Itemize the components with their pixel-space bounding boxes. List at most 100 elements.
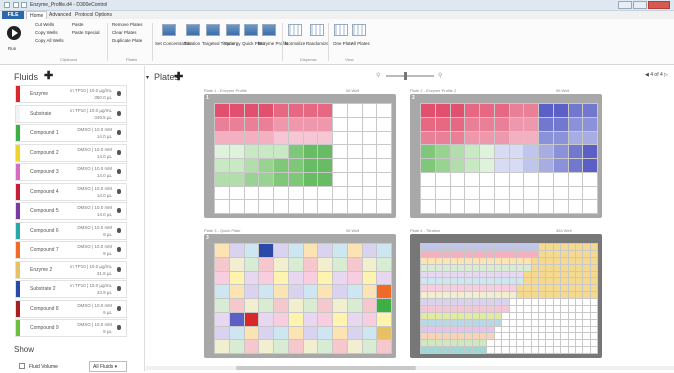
well[interactable] [516,326,524,333]
well[interactable] [259,299,273,312]
well[interactable] [487,271,494,278]
well[interactable] [362,172,377,186]
well[interactable] [509,104,524,117]
well[interactable] [288,186,303,200]
well[interactable] [465,257,472,264]
well[interactable] [288,257,303,271]
paste-special-button[interactable]: Paste Special [72,30,100,35]
well[interactable] [450,271,457,278]
well[interactable] [502,312,509,319]
well[interactable] [428,244,435,250]
well[interactable] [443,299,450,305]
well[interactable] [531,305,538,312]
well[interactable] [539,159,553,172]
well[interactable] [450,326,457,333]
synergy-icon[interactable] [226,24,240,36]
well[interactable] [215,131,229,145]
enzyme-profile-icon[interactable] [262,24,276,36]
well[interactable] [524,117,538,131]
well[interactable] [435,285,443,292]
well[interactable] [288,145,303,158]
well[interactable] [472,285,479,292]
well[interactable] [333,299,347,312]
well[interactable] [347,200,362,213]
well[interactable] [516,250,524,257]
well[interactable] [539,172,553,186]
well[interactable] [318,244,332,257]
well[interactable] [524,326,531,333]
plate-2[interactable]: 2 [410,94,602,218]
well-grid[interactable] [420,243,598,354]
well[interactable] [575,333,583,340]
well[interactable] [546,244,553,250]
well[interactable] [377,312,391,326]
well[interactable] [568,264,575,271]
well[interactable] [583,271,590,278]
well[interactable] [553,200,568,213]
well[interactable] [435,257,443,264]
fluid-item[interactable]: Enzyme 2 in TP10 | 10.0 µg/mL 31.8 µL [15,260,127,279]
well[interactable] [561,333,568,340]
well[interactable] [333,271,347,285]
well[interactable] [568,200,583,213]
well[interactable] [546,305,553,312]
well[interactable] [274,299,288,312]
well[interactable] [487,250,494,257]
well[interactable] [421,278,428,285]
well[interactable] [575,319,583,326]
well[interactable] [516,340,524,347]
well[interactable] [457,292,465,298]
fluid-item[interactable]: Compound 4 DMSO | 10.0 mM 14.0 µL [15,182,127,201]
well[interactable] [465,278,472,285]
well[interactable] [575,285,583,292]
titration-button[interactable]: Titration [184,41,200,46]
well[interactable] [318,172,332,186]
well[interactable] [553,305,561,312]
well[interactable] [480,186,494,200]
well[interactable] [546,347,553,353]
well[interactable] [244,271,259,285]
well[interactable] [516,264,524,271]
well[interactable] [347,271,362,285]
well[interactable] [347,312,362,326]
well[interactable] [421,104,435,117]
well[interactable] [553,131,568,145]
well[interactable] [509,326,516,333]
maximize-button[interactable] [633,1,647,9]
well[interactable] [553,250,561,257]
well[interactable] [502,244,509,250]
well[interactable] [288,172,303,186]
well[interactable] [575,278,583,285]
well[interactable] [259,117,273,131]
well[interactable] [450,244,457,250]
well[interactable] [524,347,531,353]
well[interactable] [428,257,435,264]
well[interactable] [509,299,516,305]
well[interactable] [546,271,553,278]
well[interactable] [553,172,568,186]
well[interactable] [443,326,450,333]
well[interactable] [450,104,465,117]
well[interactable] [450,347,457,353]
well[interactable] [244,244,259,257]
well[interactable] [509,200,524,213]
well[interactable] [494,104,509,117]
well[interactable] [539,326,546,333]
well[interactable] [435,250,443,257]
well[interactable] [553,145,568,158]
well[interactable] [288,271,303,285]
well[interactable] [288,159,303,172]
well[interactable] [318,299,332,312]
well[interactable] [472,257,479,264]
well[interactable] [457,257,465,264]
well[interactable] [347,159,362,172]
well[interactable] [428,312,435,319]
well[interactable] [347,285,362,298]
well[interactable] [274,104,288,117]
well[interactable] [480,145,494,158]
well[interactable] [443,319,450,326]
well[interactable] [274,312,288,326]
well[interactable] [428,250,435,257]
well[interactable] [450,159,465,172]
well[interactable] [465,271,472,278]
